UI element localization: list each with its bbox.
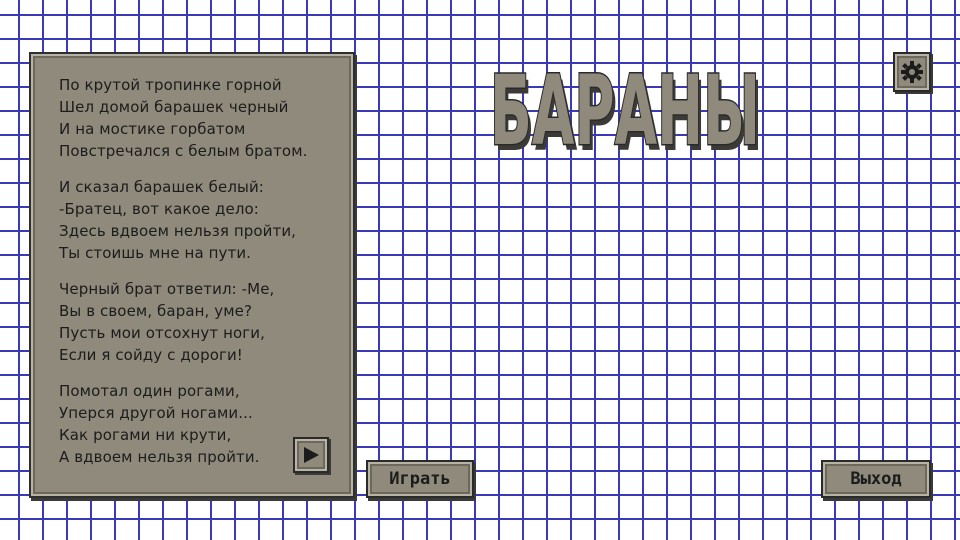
- poem-stanza-3: Черный брат ответил: -Ме, Вы в своем, ба…: [59, 278, 349, 366]
- poem-line: Здесь вдвоем нельзя пройти,: [59, 222, 297, 240]
- play-button[interactable]: Играть: [366, 460, 474, 498]
- poem-text: По крутой тропинке горной Шел домой бара…: [59, 74, 349, 482]
- gear-icon: [901, 61, 923, 83]
- poem-panel: По крутой тропинке горной Шел домой бара…: [29, 52, 355, 498]
- poem-line: Повстречался с белым братом.: [59, 142, 308, 160]
- poem-line: Помотал один рогами,: [59, 382, 240, 400]
- poem-line: Шел домой барашек черный: [59, 98, 289, 116]
- game-logo: БАРАНЫ БАРАНЫ: [484, 46, 766, 174]
- poem-line: Черный брат ответил: -Ме,: [59, 280, 275, 298]
- logo-title: БАРАНЫ: [490, 55, 760, 160]
- poem-line: Пусть мои отсохнут ноги,: [59, 324, 265, 342]
- poem-line: -Братец, вот какое дело:: [59, 200, 259, 218]
- exit-button[interactable]: Выход: [821, 460, 931, 498]
- poem-line: И сказал барашек белый:: [59, 178, 264, 196]
- play-triangle-icon: [304, 447, 319, 463]
- poem-line: И на мостике горбатом: [59, 120, 246, 138]
- poem-line: Ты стоишь мне на пути.: [59, 244, 252, 262]
- settings-button[interactable]: [893, 52, 931, 92]
- poem-line: По крутой тропинке горной: [59, 76, 282, 94]
- next-page-button[interactable]: [293, 437, 329, 473]
- poem-stanza-2: И сказал барашек белый: -Братец, вот как…: [59, 176, 349, 264]
- poem-line: Уперся другой ногами...: [59, 404, 253, 422]
- poem-line: Вы в своем, баран, уме?: [59, 302, 253, 320]
- logo-graphic: БАРАНЫ БАРАНЫ: [489, 54, 764, 174]
- poem-stanza-1: По крутой тропинке горной Шел домой бара…: [59, 74, 349, 162]
- poem-line: Если я сойду с дороги!: [59, 346, 243, 364]
